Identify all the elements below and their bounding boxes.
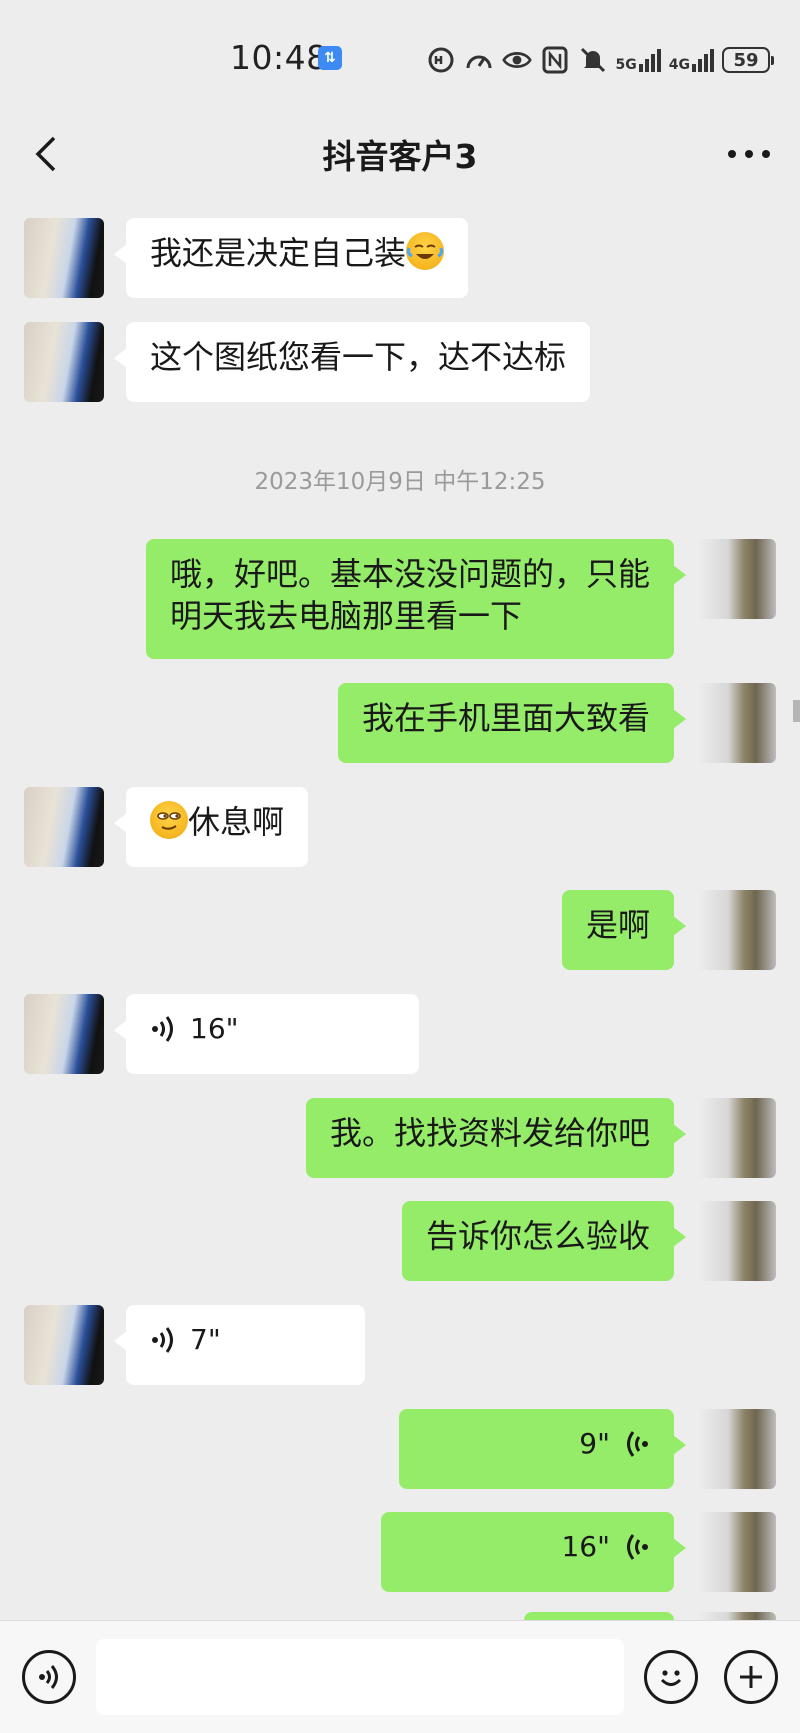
- message-text: 我。找找资料发给你吧: [329, 1114, 650, 1152]
- sync-badge-icon: ⇅: [318, 46, 342, 70]
- voice-wave-icon: [152, 1016, 173, 1042]
- my-avatar[interactable]: [696, 539, 776, 619]
- voice-wave-icon: [627, 1534, 648, 1560]
- message-text: 这个图纸您看一下，达不达标: [150, 338, 567, 376]
- eye-icon: [501, 45, 532, 75]
- my-avatar[interactable]: [696, 1512, 776, 1592]
- scrollbar[interactable]: [793, 700, 800, 722]
- message-text: 休息啊: [188, 803, 285, 841]
- contact-avatar[interactable]: [24, 1305, 104, 1385]
- smiley-icon: [660, 1670, 682, 1686]
- my-avatar-partial: [696, 1612, 776, 1620]
- message-bubble-incoming[interactable]: 这个图纸您看一下，达不达标: [113, 322, 591, 402]
- voice-wave-icon: [152, 1327, 173, 1353]
- voice-message-incoming[interactable]: 7": [114, 1305, 365, 1385]
- status-time: 10:48: [230, 38, 328, 77]
- net-4g-label: 4G: [668, 57, 690, 73]
- message-bubble-incoming[interactable]: 我还是决定自己装: [113, 218, 469, 298]
- chat-header: 抖音客户3: [0, 110, 800, 200]
- message-bubble-outgoing[interactable]: 告诉你怎么验收: [401, 1201, 687, 1281]
- my-avatar[interactable]: [696, 1201, 776, 1281]
- emoji-button[interactable]: [644, 1650, 698, 1704]
- hd-call-icon: [426, 45, 456, 75]
- chat-title: 抖音客户3: [322, 137, 478, 176]
- status-icons: 5G 4G 59: [426, 42, 774, 78]
- my-avatar[interactable]: [696, 683, 776, 763]
- message-text: 是啊: [585, 906, 650, 944]
- voice-icon: [39, 1665, 58, 1689]
- message-text-line2: 明天我去电脑那里看一下: [169, 597, 522, 635]
- voice-message-outgoing[interactable]: 16": [381, 1512, 686, 1592]
- voice-duration: 9": [579, 1427, 610, 1460]
- voice-duration: 16": [561, 1530, 610, 1563]
- message-bubble-outgoing[interactable]: 我在手机里面大致看: [337, 683, 687, 763]
- my-avatar[interactable]: [696, 1409, 776, 1489]
- contact-avatar[interactable]: [24, 994, 104, 1074]
- status-bar: 10:48 ⇅ 5G 4G 59: [0, 0, 800, 110]
- mute-icon: [578, 45, 608, 75]
- battery-level: 59: [733, 49, 759, 71]
- message-timestamp: 2023年10月9日 中午12:25: [254, 469, 546, 495]
- message-bubble-incoming[interactable]: 休息啊: [113, 787, 309, 867]
- input-bar: [0, 1620, 800, 1733]
- signal-5g-icon: 5G: [616, 48, 661, 72]
- voice-wave-icon: [627, 1431, 648, 1457]
- nfc-icon: [540, 45, 570, 75]
- message-bubble-outgoing[interactable]: 是啊: [561, 890, 687, 970]
- signal-4g-icon: 4G: [669, 48, 714, 72]
- crying-laughing-emoji-icon: [406, 232, 445, 270]
- net-5g-label: 5G: [615, 57, 637, 73]
- message-input[interactable]: [96, 1639, 624, 1715]
- message-text: 我在手机里面大致看: [361, 699, 650, 737]
- voice-message-incoming[interactable]: 16": [114, 994, 419, 1074]
- message-text: 告诉你怎么验收: [425, 1217, 650, 1255]
- my-avatar[interactable]: [696, 1098, 776, 1178]
- message-bubble-outgoing-partial: [524, 1612, 674, 1620]
- message-text-line1: 哦，好吧。基本没没问题的，只能: [169, 555, 650, 593]
- smirk-emoji-icon: [150, 801, 188, 839]
- speed-icon: [464, 45, 494, 75]
- voice-input-button[interactable]: [22, 1650, 76, 1704]
- contact-avatar[interactable]: [24, 322, 104, 402]
- more-button[interactable]: [724, 132, 774, 176]
- voice-message-outgoing[interactable]: 9": [399, 1409, 686, 1489]
- more-dots-icon: [728, 150, 770, 158]
- message-bubble-outgoing[interactable]: 我。找找资料发给你吧: [305, 1098, 687, 1178]
- more-functions-button[interactable]: [724, 1650, 778, 1704]
- message-bubble-outgoing[interactable]: 哦，好吧。基本没没问题的，只能 明天我去电脑那里看一下: [145, 539, 687, 659]
- message-text: 我还是决定自己装: [150, 234, 407, 272]
- voice-duration: 7": [190, 1323, 221, 1356]
- voice-duration: 16": [190, 1012, 239, 1045]
- battery-icon: 59: [722, 47, 774, 73]
- my-avatar[interactable]: [696, 890, 776, 970]
- contact-avatar[interactable]: [24, 787, 104, 867]
- contact-avatar[interactable]: [24, 218, 104, 298]
- plus-icon: [740, 1666, 762, 1688]
